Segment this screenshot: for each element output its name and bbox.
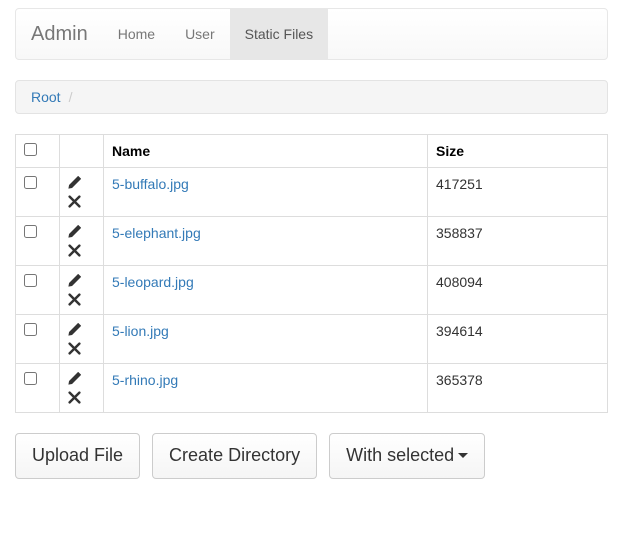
row-checkbox-cell bbox=[16, 217, 60, 266]
create-directory-button[interactable]: Create Directory bbox=[152, 433, 317, 479]
table-row: 5-elephant.jpg 358837 bbox=[16, 217, 608, 266]
row-actions-cell bbox=[60, 168, 104, 217]
action-buttons: Upload File Create Directory With select… bbox=[15, 433, 608, 479]
x-icon[interactable] bbox=[68, 391, 81, 404]
file-link[interactable]: 5-leopard.jpg bbox=[112, 274, 194, 290]
brand: Admin bbox=[31, 9, 103, 59]
row-checkbox[interactable] bbox=[24, 225, 37, 238]
row-checkbox-cell bbox=[16, 266, 60, 315]
file-link[interactable]: 5-lion.jpg bbox=[112, 323, 169, 339]
row-name-cell: 5-buffalo.jpg bbox=[104, 168, 428, 217]
table-header-row: Name Size bbox=[16, 135, 608, 168]
row-name-cell: 5-elephant.jpg bbox=[104, 217, 428, 266]
file-link[interactable]: 5-buffalo.jpg bbox=[112, 176, 189, 192]
row-checkbox[interactable] bbox=[24, 323, 37, 336]
row-actions-cell bbox=[60, 266, 104, 315]
nav-item-static-files[interactable]: Static Files bbox=[230, 9, 328, 59]
select-all-checkbox[interactable] bbox=[24, 143, 37, 156]
row-size-cell: 358837 bbox=[428, 217, 608, 266]
row-checkbox[interactable] bbox=[24, 274, 37, 287]
breadcrumb: Root / bbox=[15, 80, 608, 114]
table-row: 5-rhino.jpg 365378 bbox=[16, 364, 608, 413]
row-checkbox[interactable] bbox=[24, 176, 37, 189]
file-link[interactable]: 5-rhino.jpg bbox=[112, 372, 178, 388]
pencil-icon[interactable] bbox=[68, 176, 81, 189]
row-checkbox[interactable] bbox=[24, 372, 37, 385]
row-checkbox-cell bbox=[16, 168, 60, 217]
row-actions-cell bbox=[60, 364, 104, 413]
pencil-icon[interactable] bbox=[68, 372, 81, 385]
table-row: 5-buffalo.jpg 417251 bbox=[16, 168, 608, 217]
nav-item-home[interactable]: Home bbox=[103, 9, 170, 59]
x-icon[interactable] bbox=[68, 195, 81, 208]
upload-file-button[interactable]: Upload File bbox=[15, 433, 140, 479]
x-icon[interactable] bbox=[68, 244, 81, 257]
row-size-cell: 408094 bbox=[428, 266, 608, 315]
row-actions-cell bbox=[60, 315, 104, 364]
navbar: Admin HomeUserStatic Files bbox=[15, 8, 608, 60]
row-actions-cell bbox=[60, 217, 104, 266]
row-checkbox-cell bbox=[16, 364, 60, 413]
table-row: 5-leopard.jpg 408094 bbox=[16, 266, 608, 315]
breadcrumb-root-link[interactable]: Root bbox=[31, 89, 61, 105]
pencil-icon[interactable] bbox=[68, 323, 81, 336]
row-name-cell: 5-rhino.jpg bbox=[104, 364, 428, 413]
with-selected-button[interactable]: With selected bbox=[329, 433, 485, 479]
row-size-cell: 365378 bbox=[428, 364, 608, 413]
breadcrumb-separator: / bbox=[61, 89, 78, 105]
x-icon[interactable] bbox=[68, 342, 81, 355]
header-size: Size bbox=[428, 135, 608, 168]
pencil-icon[interactable] bbox=[68, 225, 81, 238]
table-row: 5-lion.jpg 394614 bbox=[16, 315, 608, 364]
file-link[interactable]: 5-elephant.jpg bbox=[112, 225, 201, 241]
chevron-down-icon bbox=[458, 453, 468, 458]
row-name-cell: 5-lion.jpg bbox=[104, 315, 428, 364]
file-table: Name Size 5-buffalo.jpg4172515-elephant.… bbox=[15, 134, 608, 413]
nav-item-user[interactable]: User bbox=[170, 9, 230, 59]
pencil-icon[interactable] bbox=[68, 274, 81, 287]
nav-list: HomeUserStatic Files bbox=[103, 9, 328, 59]
x-icon[interactable] bbox=[68, 293, 81, 306]
header-actions-cell bbox=[60, 135, 104, 168]
row-size-cell: 394614 bbox=[428, 315, 608, 364]
row-checkbox-cell bbox=[16, 315, 60, 364]
with-selected-label: With selected bbox=[346, 444, 454, 468]
breadcrumb-item: Root bbox=[31, 89, 61, 105]
header-checkbox-cell bbox=[16, 135, 60, 168]
header-name: Name bbox=[104, 135, 428, 168]
row-size-cell: 417251 bbox=[428, 168, 608, 217]
row-name-cell: 5-leopard.jpg bbox=[104, 266, 428, 315]
